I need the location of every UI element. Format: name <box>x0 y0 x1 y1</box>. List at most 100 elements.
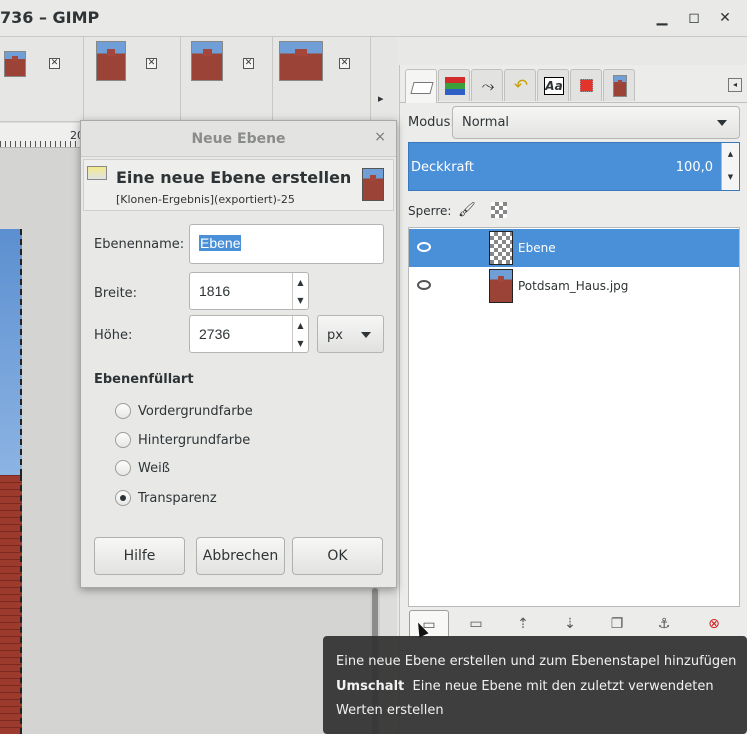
width-value: 1816 <box>199 283 231 299</box>
images-icon <box>613 75 627 97</box>
layer-name-input[interactable]: Ebene <box>189 224 384 264</box>
image-tab[interactable]: ✕ <box>84 37 181 122</box>
image-tab[interactable]: ✕ <box>0 37 84 122</box>
tab-scroll-right-icon[interactable]: ▸ <box>378 92 384 105</box>
tab-brushes[interactable] <box>570 69 602 101</box>
lock-alpha-icon[interactable] <box>491 202 507 218</box>
image-thumbnail <box>191 41 223 81</box>
chevron-up-icon[interactable]: ▲ <box>293 273 308 291</box>
layer-name-value: Ebene <box>199 235 242 251</box>
lock-paint-icon[interactable]: 🖌 <box>458 202 476 218</box>
width-spinner[interactable]: ▲ ▼ <box>292 273 308 309</box>
tab-layers[interactable] <box>405 69 437 103</box>
close-icon[interactable]: ✕ <box>146 58 157 69</box>
dialog-subheading: [Klonen-Ergebnis](exportiert)-25 <box>116 193 295 206</box>
dock-menu-icon[interactable]: ◂ <box>728 78 742 92</box>
channels-icon <box>445 77 465 95</box>
opacity-spinner[interactable]: ▲ ▼ <box>721 143 739 190</box>
tab-channels[interactable] <box>438 69 470 101</box>
chevron-up-icon[interactable]: ▲ <box>293 316 308 334</box>
height-label: Höhe: <box>94 328 133 343</box>
chevron-down-icon[interactable]: ▼ <box>293 334 308 352</box>
tab-paths[interactable]: ⤳ <box>471 69 503 101</box>
new-group-icon[interactable]: ▭ <box>456 610 496 638</box>
close-icon[interactable]: × <box>374 129 386 145</box>
image-thumbnail <box>362 168 384 201</box>
tab-undo[interactable]: ↶ <box>504 69 536 101</box>
unit-dropdown[interactable]: px <box>317 315 384 353</box>
layer-name-label: Ebenenname: <box>94 237 185 252</box>
lock-label: Sperre: <box>408 204 452 218</box>
dialog-heading: Eine neue Ebene erstellen <box>116 168 352 187</box>
chevron-down-icon <box>361 332 371 338</box>
fill-option-label[interactable]: Vordergrundfarbe <box>138 404 253 419</box>
image-tab-strip: ✕ ✕ ✕ ✕ <box>0 37 397 122</box>
eye-icon[interactable] <box>417 242 431 252</box>
width-label: Breite: <box>94 286 138 301</box>
fill-background-radio[interactable] <box>115 432 131 448</box>
mode-label: Modus: <box>408 115 455 130</box>
layer-thumbnail <box>489 269 513 303</box>
image-thumbnail <box>279 41 323 81</box>
close-icon[interactable]: ✕ <box>49 58 60 69</box>
height-spinner[interactable]: ▲ ▼ <box>292 316 308 352</box>
fill-option-label[interactable]: Hintergrundfarbe <box>138 433 250 448</box>
new-layer-icon <box>87 166 107 180</box>
tooltip-line-1: Eine neue Ebene erstellen und zum Ebenen… <box>336 654 737 669</box>
dialog-title: Neue Ebene <box>191 131 286 147</box>
eye-icon[interactable] <box>417 280 431 290</box>
layer-row[interactable]: Ebene <box>409 229 739 267</box>
brush-icon <box>580 79 593 92</box>
width-input[interactable]: 1816 ▲ ▼ <box>189 272 309 310</box>
fill-transparency-radio[interactable] <box>115 490 131 506</box>
height-input[interactable]: 2736 ▲ ▼ <box>189 315 309 353</box>
layer-name: Potdsam_Haus.jpg <box>518 279 629 293</box>
tooltip-line-2: Eine neue Ebene mit den zuletzt verwende… <box>412 679 714 694</box>
close-icon[interactable]: ✕ <box>715 8 735 28</box>
fill-option-label[interactable]: Weiß <box>138 461 170 476</box>
mode-value: Normal <box>462 115 510 130</box>
layer-thumbnail <box>489 231 513 265</box>
close-icon[interactable]: ✕ <box>243 58 254 69</box>
layer-row[interactable]: Potdsam_Haus.jpg <box>409 267 739 305</box>
tab-images[interactable] <box>603 69 635 101</box>
minimize-icon[interactable]: ▁ <box>652 8 672 28</box>
image-tab[interactable]: ✕ <box>181 37 273 122</box>
image-brick-region <box>0 475 22 734</box>
fill-foreground-radio[interactable] <box>115 403 131 419</box>
layer-name: Ebene <box>518 241 556 255</box>
tooltip-line-3: Werten erstellen <box>336 703 444 718</box>
mode-dropdown[interactable]: Normal <box>452 106 740 139</box>
help-button[interactable]: Hilfe <box>94 537 185 575</box>
lower-layer-icon[interactable]: ⇣ <box>550 610 590 638</box>
image-thumbnail <box>4 51 26 77</box>
fill-option-label[interactable]: Transparenz <box>138 491 217 506</box>
window-title: 736 – GIMP <box>0 8 100 27</box>
ok-button[interactable]: OK <box>292 537 383 575</box>
fill-type-heading: Ebenenfüllart <box>94 372 194 387</box>
dialog-titlebar: Neue Ebene × <box>81 121 396 157</box>
delete-layer-icon[interactable]: ⊗ <box>694 610 734 638</box>
duplicate-layer-icon[interactable]: ❐ <box>597 610 637 638</box>
new-layer-dialog: Neue Ebene × Eine neue Ebene erstellen [… <box>80 120 397 588</box>
chevron-down-icon <box>717 120 727 126</box>
layer-list: Ebene Potdsam_Haus.jpg <box>408 227 740 607</box>
layers-icon <box>410 82 434 94</box>
close-icon[interactable]: ✕ <box>339 58 350 69</box>
chevron-down-icon[interactable]: ▼ <box>293 291 308 309</box>
anchor-icon[interactable]: ⚓ <box>644 610 684 638</box>
opacity-slider[interactable]: Deckkraft 100,0 ▲ ▼ <box>408 142 740 191</box>
layers-dock: ⤳ ↶ Aa ◂ Modus: Normal Deckkraft 100,0 ▲… <box>399 65 747 734</box>
tab-fonts[interactable]: Aa <box>537 69 569 101</box>
fill-white-radio[interactable] <box>115 460 131 476</box>
dialog-header: Eine neue Ebene erstellen [Klonen-Ergebn… <box>83 159 394 211</box>
tooltip-modifier: Umschalt <box>336 679 405 694</box>
cancel-button[interactable]: Abbrechen <box>196 537 285 575</box>
unit-value: px <box>327 328 343 343</box>
maximize-icon[interactable]: ◻ <box>684 8 704 28</box>
image-sky-region <box>0 229 22 475</box>
window-titlebar: 736 – GIMP ▁ ◻ ✕ <box>0 0 747 37</box>
opacity-value: 100,0 <box>675 160 713 175</box>
image-tab-active[interactable]: ✕ <box>273 37 371 122</box>
raise-layer-icon[interactable]: ⇡ <box>503 610 543 638</box>
